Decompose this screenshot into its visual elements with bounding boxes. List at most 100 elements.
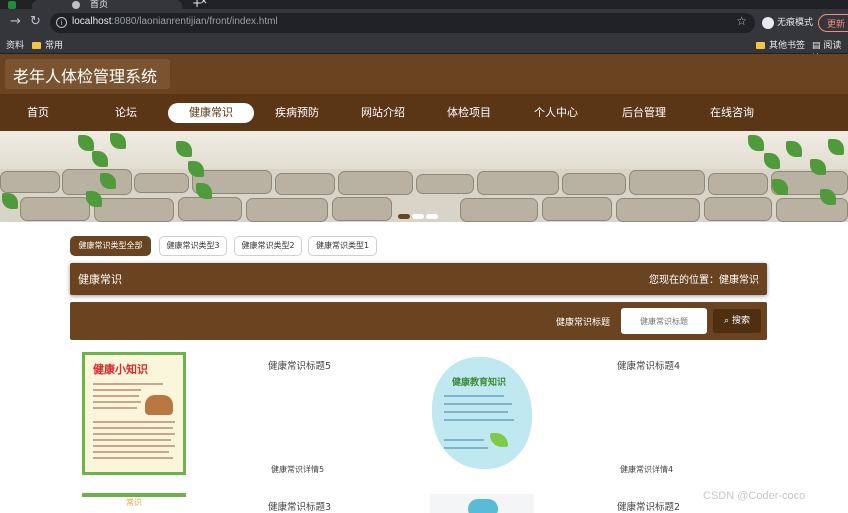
banner-stone [62, 169, 132, 195]
nav-user-center[interactable]: 个人中心 [529, 103, 583, 123]
breadcrumb: 您现在的位置：健康常识 [649, 275, 759, 286]
banner-stone [477, 171, 559, 195]
article-title[interactable]: 健康常识标题2 [617, 499, 680, 513]
article-title[interactable]: 健康常识标题3 [268, 499, 331, 513]
category-type1-button[interactable]: 健康常识类型1 [308, 236, 377, 256]
banner-carousel[interactable] [0, 131, 848, 222]
browser-toolbar: → ↻ i localhost:8080/laonianrentijian/fr… [0, 9, 848, 36]
nav-home[interactable]: 首页 [18, 103, 58, 123]
search-button-label: 搜索 [731, 316, 750, 326]
incognito-indicator[interactable]: 无痕模式 [762, 15, 813, 29]
address-bar[interactable]: i localhost:8080/laonianrentijian/front/… [50, 13, 755, 33]
text-line [93, 407, 137, 409]
vine-leaf-icon [2, 193, 18, 209]
carousel-dot[interactable] [426, 214, 438, 219]
site-title-box: 老年人体检管理系统 [5, 59, 170, 89]
text-line [444, 411, 508, 413]
article-detail[interactable]: 健康常识详情4 [620, 464, 673, 475]
banner-stone [704, 197, 772, 221]
site-title: 老年人体检管理系统 [13, 67, 158, 86]
bookmarks-bar: 资料 常用 其他书签 ▤ 阅读清 [0, 36, 848, 64]
bookmark-item[interactable]: 资料 [6, 38, 24, 51]
text-line [93, 457, 173, 459]
bookmark-folder[interactable]: 常用 [32, 38, 63, 51]
search-bar: 健康常识标题 ⌕ 搜索 [70, 302, 767, 340]
incognito-icon [762, 16, 774, 29]
article-image[interactable] [430, 494, 534, 513]
text-line [444, 395, 504, 397]
text-line [93, 395, 139, 397]
bookmark-star-icon[interactable]: ☆ [736, 14, 747, 28]
carousel-indicators [398, 204, 440, 222]
article-detail[interactable]: 健康常识详情5 [271, 464, 324, 475]
article-image-text: 健康教育知识 [452, 378, 507, 388]
text-line [93, 389, 141, 391]
other-bookmarks[interactable]: 其他书签 [756, 38, 805, 51]
nav-health-knowledge[interactable]: 健康常识 [168, 103, 254, 123]
banner-stone [332, 197, 392, 221]
banner-stone [275, 173, 335, 195]
text-line [93, 445, 175, 447]
update-button[interactable]: 更新 [818, 14, 848, 32]
category-type3-button[interactable]: 健康常识类型3 [159, 236, 227, 256]
nav-disease-prevention[interactable]: 疾病预防 [270, 103, 324, 123]
url-text[interactable]: localhost:8080/laonianrentijian/front/in… [72, 16, 278, 27]
section-header: 健康常识 您现在的位置：健康常识 [70, 263, 767, 295]
banner-stone [708, 173, 768, 195]
article-image[interactable]: 健康教育知识 [430, 353, 534, 473]
main-nav: 首页 论坛 健康常识 疾病预防 网站介绍 体检项目 个人中心 后台管理 在线咨询 [0, 94, 848, 131]
info-icon[interactable]: i [56, 17, 67, 28]
search-button[interactable]: ⌕ 搜索 [713, 309, 761, 333]
category-all-button[interactable]: 健康常识类型全部 [70, 236, 151, 256]
text-line [93, 401, 141, 403]
cloud-shape [432, 357, 532, 469]
category-type2-button[interactable]: 健康常识类型2 [234, 236, 302, 256]
search-label: 健康常识标题 [556, 318, 611, 328]
url-host: localhost [72, 16, 112, 27]
article-title[interactable]: 健康常识标题4 [617, 358, 680, 372]
folder-icon [756, 42, 765, 49]
banner-stone [629, 170, 705, 195]
forward-icon[interactable]: → [10, 14, 21, 29]
reload-icon[interactable]: ↻ [30, 14, 41, 29]
globe-icon [72, 1, 80, 9]
text-line [93, 451, 169, 453]
banner-stone [562, 173, 626, 195]
browser-tab-active[interactable]: 首页 ✕ [32, 0, 208, 10]
article-image[interactable]: 健康小知识 [82, 352, 186, 475]
banner-stone [246, 198, 328, 222]
banner-stone [20, 197, 90, 221]
carousel-dot[interactable] [412, 214, 424, 219]
text-line [93, 439, 171, 441]
text-line [444, 439, 484, 441]
sheet-favicon-icon[interactable] [8, 1, 16, 9]
nav-exam-items[interactable]: 体检项目 [442, 103, 496, 123]
banner-stone [460, 198, 538, 222]
nav-online-consult[interactable]: 在线咨询 [705, 103, 759, 123]
text-line [93, 383, 163, 385]
browser-tab-bar: 首页 ✕ + [0, 0, 848, 10]
article-image-text: 常识 [126, 498, 142, 507]
other-bookmarks-label: 其他书签 [769, 41, 806, 51]
article-title[interactable]: 健康常识标题5 [268, 358, 331, 372]
banner-stone [178, 197, 242, 221]
banner-stone [542, 197, 612, 221]
text-line [444, 447, 488, 449]
site-header: 老年人体检管理系统 [0, 54, 848, 94]
text-line [444, 419, 514, 421]
nav-site-intro[interactable]: 网站介绍 [356, 103, 410, 123]
banner-stone [134, 173, 189, 193]
article-image[interactable]: 常识 [82, 493, 186, 513]
banner-stone [616, 198, 700, 222]
article-image-text: 健康小知识 [93, 363, 148, 376]
text-line [93, 433, 175, 435]
nav-admin[interactable]: 后台管理 [617, 103, 671, 123]
carousel-dot[interactable] [398, 214, 410, 219]
folder-icon [32, 42, 41, 49]
search-input[interactable] [621, 308, 707, 334]
banner-wall [0, 131, 848, 169]
text-line [93, 421, 175, 423]
nav-forum[interactable]: 论坛 [106, 103, 146, 123]
banner-stone [94, 198, 174, 222]
watermark: CSDN @Coder-coco [703, 490, 806, 502]
